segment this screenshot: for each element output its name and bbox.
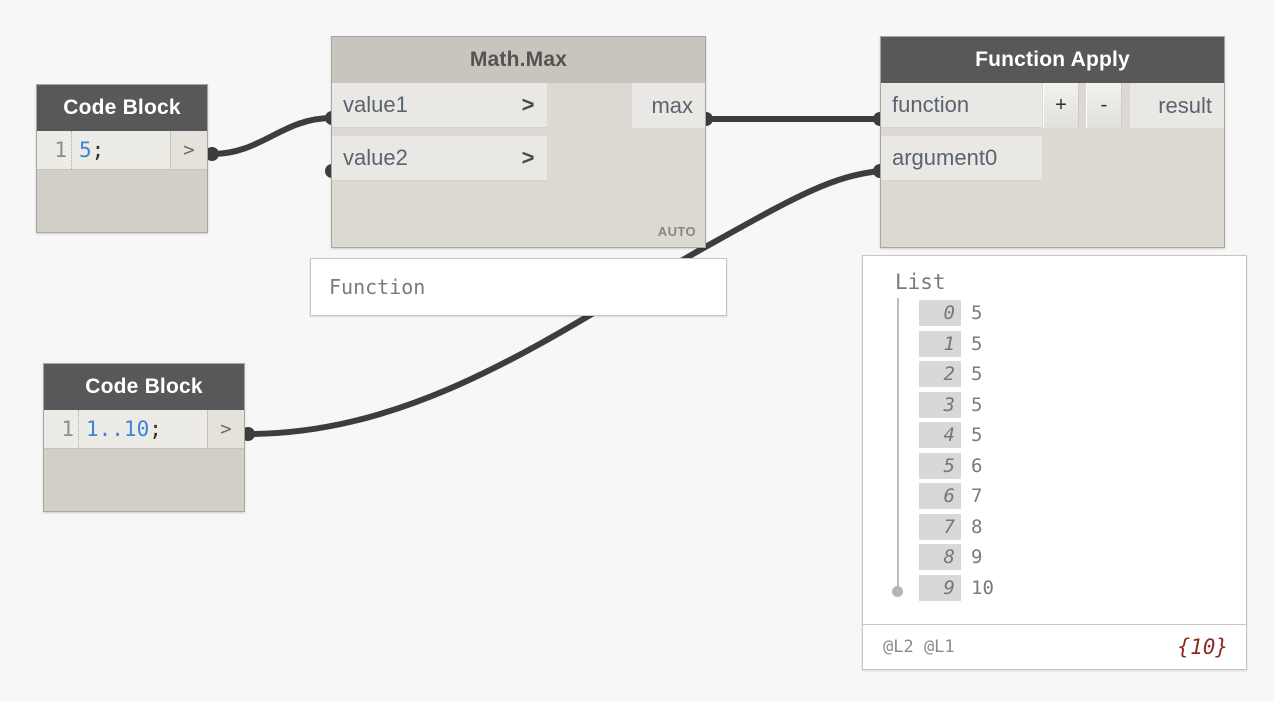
code-block-2-code-input[interactable]: 1..10;	[79, 410, 207, 448]
list-item[interactable]: 2 5	[895, 359, 1246, 390]
list-item-index: 3	[919, 391, 961, 418]
list-item-value: 5	[971, 332, 983, 355]
list-item-value: 5	[971, 393, 983, 416]
math-max-input-value2[interactable]: value2 >	[332, 136, 547, 181]
code-block-1-editor-row[interactable]: 1 5; >	[37, 131, 207, 170]
function-apply-add-port-button[interactable]: +	[1043, 83, 1079, 128]
list-item-index: 7	[919, 513, 961, 540]
preview-list-footer: @L2 @L1 {10}	[863, 624, 1246, 669]
chevron-right-icon[interactable]: >	[515, 145, 547, 171]
math-max-output-max-label: max	[651, 92, 693, 118]
code-block-2-code-value: 1..10	[86, 417, 150, 441]
list-item-value: 9	[971, 546, 983, 569]
graph-canvas[interactable]: Code Block 1 5; > Code Block 1 1..10; > …	[0, 0, 1274, 702]
list-item[interactable]: 3 5	[895, 390, 1246, 421]
math-max-execution-tag: AUTO	[657, 224, 696, 239]
function-apply-remove-port-button[interactable]: -	[1086, 83, 1122, 128]
node-function-apply[interactable]: Function Apply function argument0 + - re…	[880, 36, 1225, 248]
math-max-input-value2-label: value2	[343, 145, 408, 170]
chevron-right-icon[interactable]: >	[515, 92, 547, 118]
list-item-index: 6	[919, 483, 961, 510]
preview-list-items: 0 5 1 5 2 5 3 5 4 5 5 6 6 7 7 8 8 9 9 10	[863, 298, 1246, 603]
list-item[interactable]: 7 8	[895, 512, 1246, 543]
list-item-value: 10	[971, 576, 994, 599]
list-level-indicator: @L2 @L1	[883, 637, 955, 657]
node-title-code-block-2: Code Block	[44, 364, 244, 410]
list-item-index: 5	[919, 452, 961, 479]
code-block-2-filler	[44, 449, 244, 511]
function-apply-input-argument0[interactable]: argument0	[881, 136, 1042, 181]
math-max-input-value1-label: value1	[343, 92, 408, 117]
node-title-function-apply: Function Apply	[881, 37, 1224, 83]
list-item[interactable]: 1 5	[895, 329, 1246, 360]
preview-math-max[interactable]: Function	[310, 258, 727, 316]
function-apply-output-result[interactable]: result	[1130, 83, 1224, 128]
node-title-code-block-1: Code Block	[37, 85, 207, 131]
list-item-value: 8	[971, 515, 983, 538]
list-item-value: 5	[971, 302, 983, 325]
list-item-index: 1	[919, 330, 961, 357]
list-item[interactable]: 6 7	[895, 481, 1246, 512]
code-block-2-body: 1 1..10; >	[44, 410, 244, 511]
preview-function-apply-list[interactable]: List 0 5 1 5 2 5 3 5 4 5 5 6 6 7 7 8 8 9…	[862, 255, 1247, 670]
wire-codeblock1-to-value1	[209, 115, 335, 157]
code-block-2-editor-row[interactable]: 1 1..10; >	[44, 410, 244, 449]
code-block-1-line-number: 1	[37, 131, 72, 169]
code-block-1-code-value: 5	[79, 138, 92, 162]
code-block-2-line-number: 1	[44, 410, 79, 448]
code-block-1-code-terminator: ;	[91, 138, 105, 162]
list-item-value: 5	[971, 363, 983, 386]
list-item-index: 0	[919, 300, 961, 327]
list-tree-end-dot	[892, 586, 903, 597]
list-item[interactable]: 9 10	[895, 573, 1246, 604]
function-apply-port-area: function argument0 + - result	[881, 83, 1224, 247]
preview-list-title: List	[895, 270, 946, 294]
list-item[interactable]: 0 5	[895, 298, 1246, 329]
code-block-1-body: 1 5; >	[37, 131, 207, 232]
function-apply-output-result-label: result	[1158, 92, 1212, 118]
code-block-2-output-port[interactable]: >	[207, 410, 244, 448]
function-apply-input-function-label: function	[892, 92, 970, 117]
list-tree-line	[897, 298, 899, 591]
node-title-math-max: Math.Max	[332, 37, 705, 83]
list-item-index: 9	[919, 574, 961, 601]
list-count-badge: {10}	[1177, 635, 1228, 659]
list-item-value: 7	[971, 485, 983, 508]
preview-math-max-text: Function	[329, 275, 426, 299]
list-item-index: 8	[919, 544, 961, 571]
code-block-1-filler	[37, 170, 207, 232]
code-block-1-output-port[interactable]: >	[170, 131, 207, 169]
node-code-block-1[interactable]: Code Block 1 5; >	[36, 84, 208, 233]
code-block-2-code-terminator: ;	[149, 417, 162, 441]
node-code-block-2[interactable]: Code Block 1 1..10; >	[43, 363, 245, 512]
list-item-index: 4	[919, 422, 961, 449]
math-max-input-value1[interactable]: value1 >	[332, 83, 547, 128]
code-block-1-code-input[interactable]: 5;	[72, 131, 170, 169]
list-item-value: 5	[971, 424, 983, 447]
node-math-max[interactable]: Math.Max value1 > value2 > max AUTO	[331, 36, 706, 248]
function-apply-input-function[interactable]: function	[881, 83, 1042, 128]
list-item[interactable]: 5 6	[895, 451, 1246, 482]
list-item[interactable]: 4 5	[895, 420, 1246, 451]
math-max-output-max[interactable]: max	[632, 83, 705, 128]
list-item-index: 2	[919, 361, 961, 388]
list-item[interactable]: 8 9	[895, 542, 1246, 573]
function-apply-input-argument0-label: argument0	[892, 145, 998, 170]
list-item-value: 6	[971, 454, 983, 477]
math-max-port-area: value1 > value2 > max AUTO	[332, 83, 705, 247]
